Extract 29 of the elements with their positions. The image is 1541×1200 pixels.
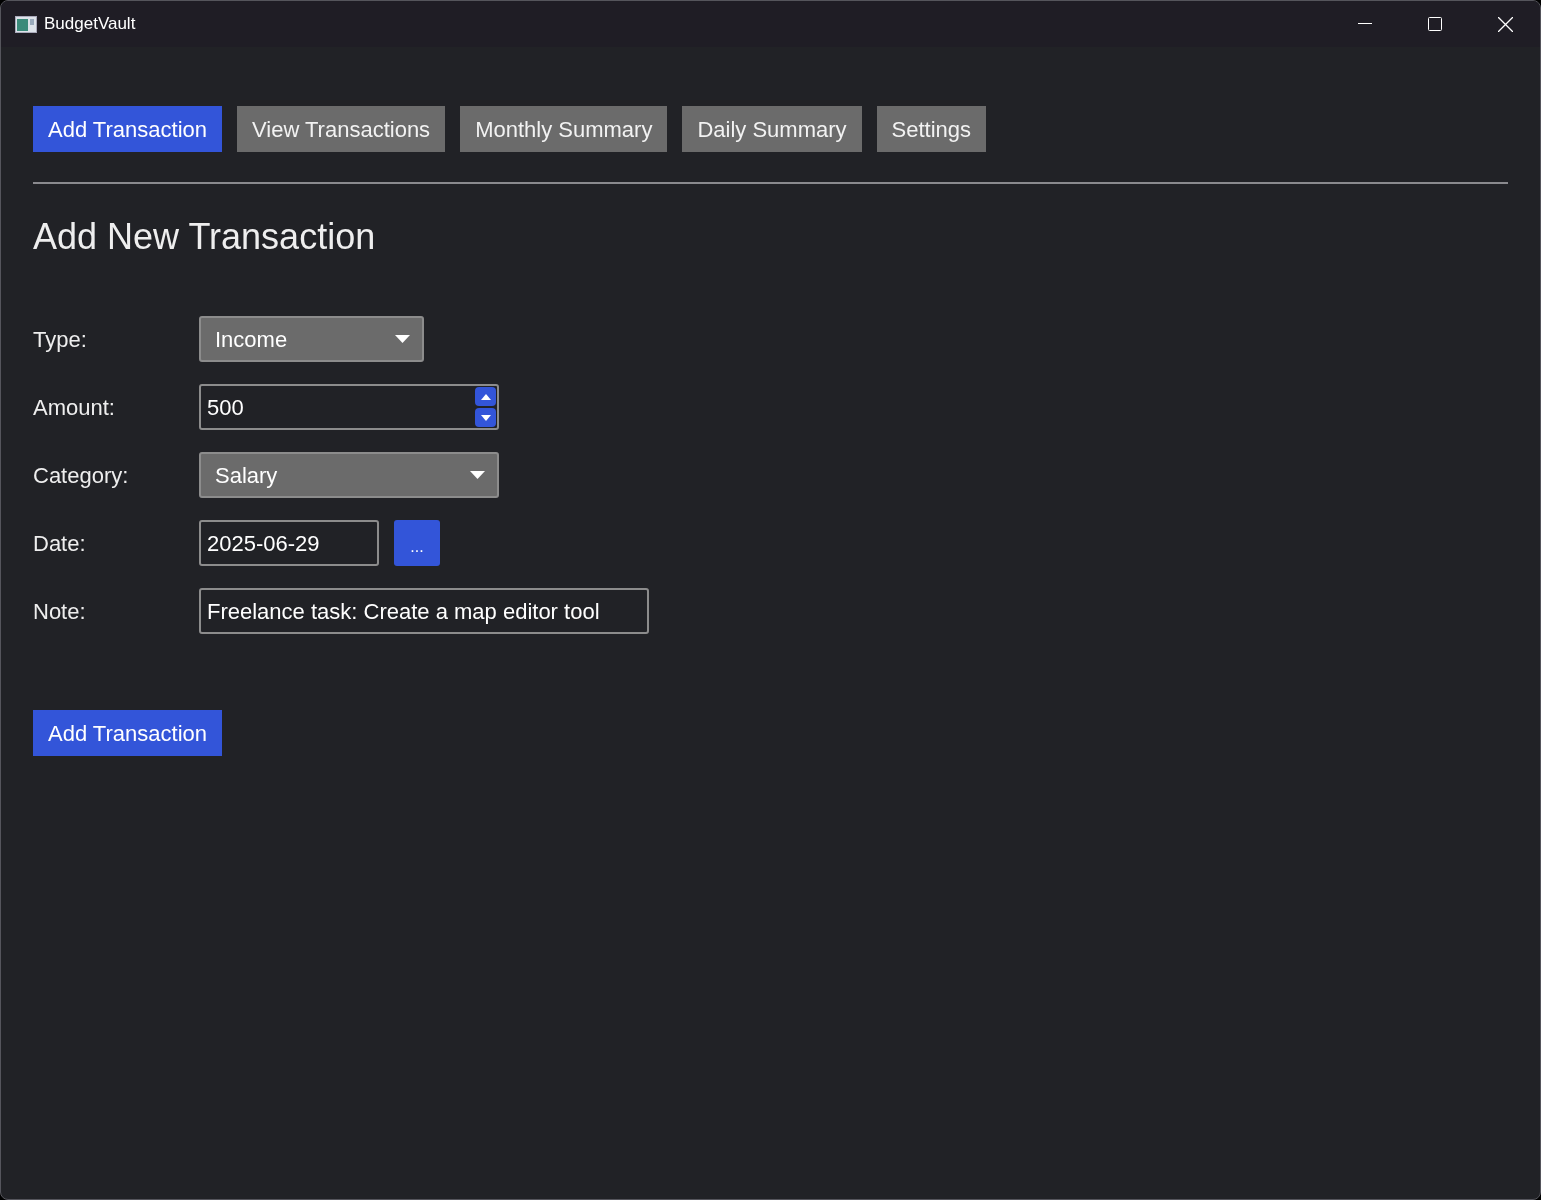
dropdown[interactable]: Income — [199, 316, 424, 362]
caret-icon — [395, 335, 410, 343]
field-label: Type: — [33, 325, 88, 354]
window-title: BudgetVault — [44, 13, 136, 36]
up-arrow-icon — [480, 393, 491, 400]
decrement-button[interactable] — [475, 408, 496, 427]
tab[interactable]: Settings — [876, 106, 987, 152]
field-label: Category: — [33, 461, 130, 490]
down-arrow-icon — [480, 414, 491, 421]
caret-icon — [470, 471, 485, 479]
field-label: Date: — [33, 529, 87, 558]
note-field[interactable]: Freelance task: Create a map editor tool — [199, 588, 649, 634]
maximize-icon — [1428, 17, 1442, 31]
tab[interactable]: Monthly Summary — [460, 106, 668, 152]
amount-field[interactable]: 500 — [199, 384, 499, 430]
tab[interactable]: View Transactions — [237, 106, 446, 152]
minimize-icon — [1358, 23, 1372, 25]
page-heading: Add New Transaction — [33, 215, 377, 259]
app-icon — [15, 15, 37, 33]
date-field[interactable]: 2025-06-29 — [199, 520, 379, 566]
field-label: Amount: — [33, 393, 116, 422]
add-transaction-button[interactable]: Add Transaction — [33, 710, 222, 756]
field-label: Note: — [33, 597, 87, 626]
tab[interactable]: Add Transaction — [33, 106, 222, 152]
date-picker-button[interactable]: ... — [394, 520, 440, 566]
dropdown[interactable]: Salary — [199, 452, 499, 498]
close-icon — [1497, 16, 1513, 32]
increment-button[interactable] — [475, 387, 496, 406]
tab[interactable]: Daily Summary — [682, 106, 862, 152]
